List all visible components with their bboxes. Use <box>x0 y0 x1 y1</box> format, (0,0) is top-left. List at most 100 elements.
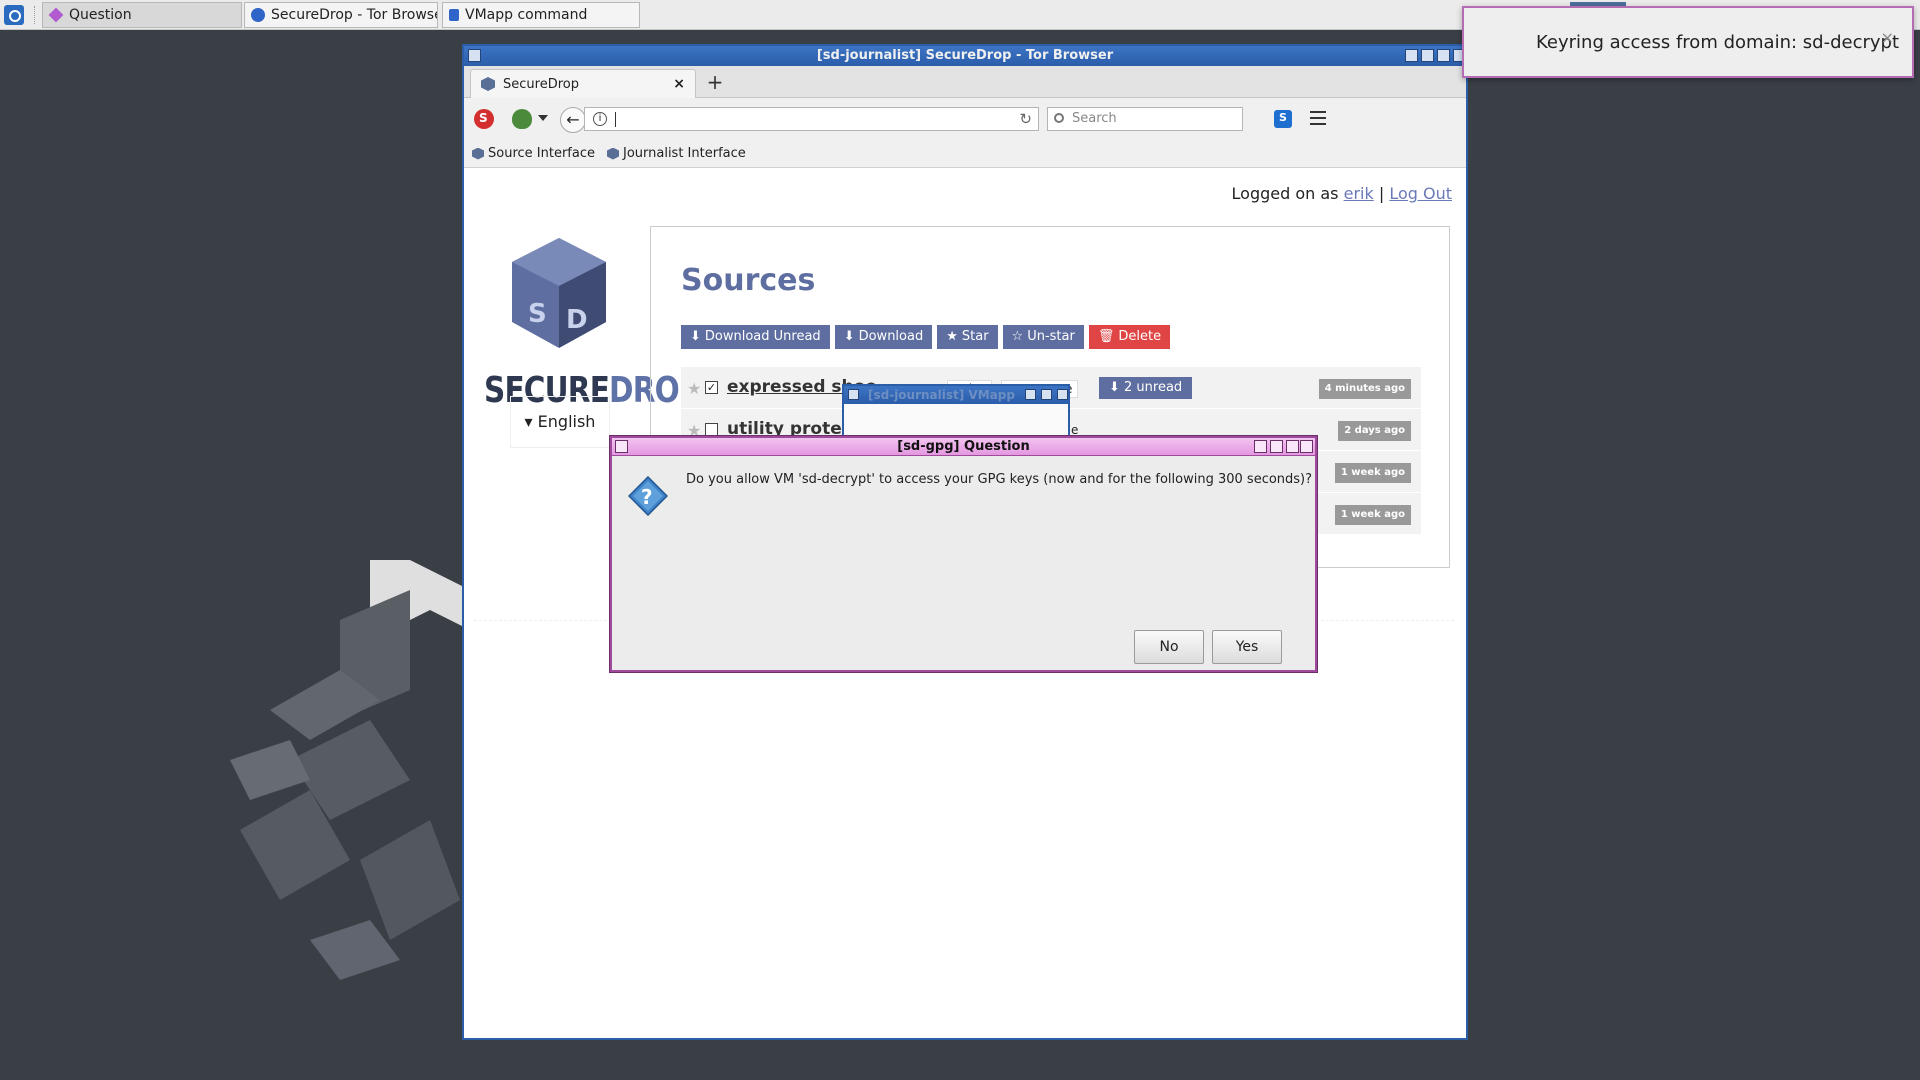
svg-text:D: D <box>566 305 588 335</box>
source-checkbox[interactable]: ✓ <box>705 381 718 394</box>
question-icon: ? <box>628 476 668 516</box>
vmapp-title: [sd-journalist] VMapp <box>868 388 1015 402</box>
desktop-background-logo <box>230 560 490 980</box>
bookmark-label: Source Interface <box>488 146 595 161</box>
action-label: Download <box>858 329 924 344</box>
logged-prefix: Logged on as <box>1231 184 1339 203</box>
tab-bar: SecureDrop × + <box>464 66 1466 98</box>
search-placeholder: Search <box>1072 111 1117 126</box>
download-icon: ⬇ <box>690 329 701 344</box>
action-label: Star <box>961 329 989 344</box>
window-menu-icon[interactable] <box>848 389 859 400</box>
star-icon[interactable]: ★ <box>687 379 701 398</box>
task-label: VMapp command <box>465 7 588 23</box>
action-label: Delete <box>1118 329 1162 344</box>
vmapp-titlebar[interactable]: [sd-journalist] VMapp <box>844 386 1068 404</box>
close-icon[interactable]: × <box>1881 28 1894 47</box>
page-title: Sources <box>681 263 816 298</box>
yes-button[interactable]: Yes <box>1212 630 1282 664</box>
delete-button[interactable]: 🗑 Delete <box>1088 325 1171 349</box>
download-unread-badge[interactable]: ⬇ 2 unread <box>1099 377 1193 399</box>
bookmarks-bar: Source Interface Journalist Interface <box>464 140 1466 168</box>
action-label: Un-star <box>1027 329 1075 344</box>
download-unread-button[interactable]: ⬇ Download Unread <box>681 325 830 349</box>
dialog-title: [sd-gpg] Question <box>897 439 1030 454</box>
window-shade-icon[interactable] <box>1254 440 1267 453</box>
text-cursor <box>615 112 616 127</box>
reload-icon[interactable]: ↻ <box>1019 110 1032 128</box>
separator: | <box>1378 184 1385 203</box>
window-titlebar[interactable]: [sd-journalist] SecureDrop - Tor Browser <box>464 46 1466 66</box>
task-label: SecureDrop - Tor Browser <box>271 7 438 23</box>
url-input[interactable]: i ↻ <box>584 107 1039 131</box>
timestamp-badge: 4 minutes ago <box>1318 379 1411 399</box>
window-minimize-icon[interactable] <box>1421 49 1434 62</box>
window-maximize-icon[interactable] <box>1286 440 1299 453</box>
svg-text:S: S <box>528 299 547 329</box>
timestamp-badge: 1 week ago <box>1334 505 1411 525</box>
tor-onion-icon[interactable] <box>512 109 532 129</box>
securedrop-favicon-icon <box>472 147 484 160</box>
chevron-down-icon[interactable] <box>538 115 548 121</box>
timestamp-badge: 2 days ago <box>1338 421 1411 441</box>
user-link[interactable]: erik <box>1344 184 1374 203</box>
dialog-titlebar[interactable]: [sd-gpg] Question <box>612 438 1315 456</box>
bookmark-journalist-interface[interactable]: Journalist Interface <box>606 146 746 161</box>
unstar-button[interactable]: ☆ Un-star <box>1002 325 1084 349</box>
window-minimize-icon[interactable] <box>1270 440 1283 453</box>
window-close-icon[interactable] <box>1057 389 1068 400</box>
tab-label: SecureDrop <box>503 76 579 92</box>
download-button[interactable]: ⬇ Download <box>834 325 933 349</box>
star-button[interactable]: ★ Star <box>937 325 998 349</box>
logout-link[interactable]: Log Out <box>1389 184 1452 203</box>
window-shade-icon[interactable] <box>1025 389 1036 400</box>
new-tab-button[interactable]: + <box>702 70 728 94</box>
gpg-question-dialog: [sd-gpg] Question ? Do you allow VM 'sd-… <box>610 436 1317 672</box>
keyring-notification[interactable]: Keyring access from domain: sd-decrypt × <box>1462 6 1914 78</box>
app-menu-icon[interactable] <box>4 5 24 25</box>
star-icon: ★ <box>946 329 958 344</box>
timestamp-badge: 1 week ago <box>1334 463 1411 483</box>
action-label: Download Unread <box>704 329 821 344</box>
noscript-icon[interactable] <box>474 109 494 129</box>
window-title: [sd-journalist] SecureDrop - Tor Browser <box>816 48 1114 63</box>
tab-close-icon[interactable]: × <box>673 76 685 92</box>
task-tor-browser[interactable]: SecureDrop - Tor Browser <box>244 2 438 28</box>
language-selector[interactable]: ▾ English <box>510 396 610 448</box>
taskbar-separator <box>34 6 36 24</box>
bookmark-source-interface[interactable]: Source Interface <box>472 146 595 161</box>
window-menu-icon[interactable] <box>615 440 628 453</box>
window-maximize-icon[interactable] <box>1041 389 1052 400</box>
tab-securedrop[interactable]: SecureDrop × <box>470 69 696 98</box>
no-button[interactable]: No <box>1134 630 1204 664</box>
diamond-icon <box>48 7 64 23</box>
login-status: Logged on as erik | Log Out <box>1232 184 1452 203</box>
securedrop-logo: S D <box>512 238 606 348</box>
task-question[interactable]: Question <box>42 2 242 28</box>
lock-icon <box>449 9 459 21</box>
vmapp-dialog: [sd-journalist] VMapp <box>842 384 1070 444</box>
search-icon <box>1054 113 1064 123</box>
securedrop-favicon-icon <box>481 77 495 91</box>
source-checkbox[interactable] <box>705 423 718 436</box>
window-close-icon[interactable] <box>1300 440 1313 453</box>
globe-icon <box>251 8 265 22</box>
source-actions: ⬇ Download Unread ⬇ Download ★ Star ☆ Un… <box>681 325 1171 349</box>
securedrop-favicon-icon <box>606 147 619 160</box>
back-button[interactable]: ← <box>560 107 586 133</box>
securedrop-extension-icon[interactable] <box>1274 110 1292 128</box>
unstar-icon: ☆ <box>1011 329 1024 344</box>
info-icon[interactable]: i <box>593 112 607 126</box>
task-label: Question <box>69 7 132 23</box>
task-vmapp-command[interactable]: VMapp command <box>442 2 640 28</box>
svg-text:?: ? <box>641 485 653 509</box>
dialog-message: Do you allow VM 'sd-decrypt' to access y… <box>686 472 1313 487</box>
hamburger-menu-icon[interactable] <box>1310 111 1326 125</box>
navigation-bar: ← i ↻ Search <box>464 98 1466 140</box>
bookmark-label: Journalist Interface <box>622 146 746 161</box>
notification-text: Keyring access from domain: sd-decrypt <box>1536 32 1900 53</box>
window-menu-icon[interactable] <box>468 49 481 62</box>
window-maximize-icon[interactable] <box>1437 49 1450 62</box>
search-input[interactable]: Search <box>1047 107 1243 131</box>
window-shade-icon[interactable] <box>1405 49 1418 62</box>
